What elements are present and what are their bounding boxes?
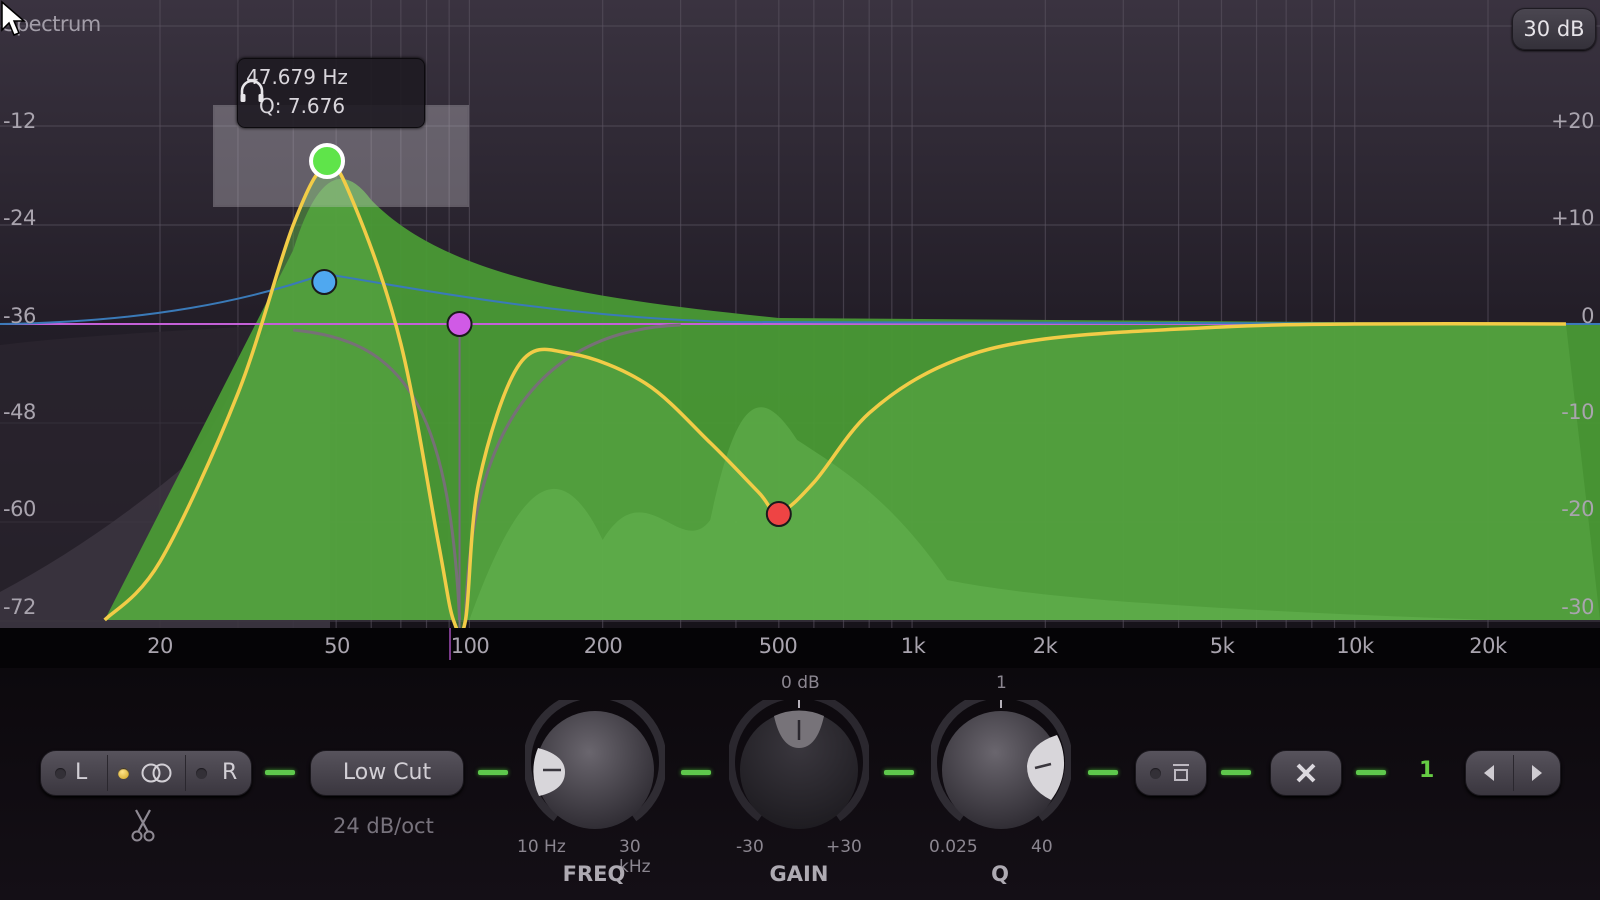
frequency-axis: 20 50 100 200 500 1k 2k 5k 10k 20k: [0, 628, 1600, 668]
freq-knob-label: FREQ: [562, 862, 626, 886]
freq-tick-label: 20k: [1469, 634, 1507, 658]
scissors-icon[interactable]: [130, 808, 156, 844]
stereo-link-icon: [141, 763, 172, 783]
q-knob-max: 40: [1031, 837, 1053, 857]
chain-link: [884, 770, 914, 775]
right-axis-label: +10: [1551, 206, 1594, 230]
left-axis-label: -60: [3, 497, 36, 521]
left-axis-label: -48: [3, 400, 36, 424]
eq-graph[interactable]: Spectrum 30 dB -12 -24 -36 -48 -60 -72 +…: [0, 0, 1600, 628]
gain-knob-min: -30: [736, 837, 764, 857]
left-axis-label: -72: [3, 595, 36, 619]
chain-link: [478, 770, 508, 775]
filter-slope-selector[interactable]: 24 dB/oct: [333, 814, 434, 838]
right-axis-label: +20: [1551, 109, 1594, 133]
left-axis-label: -24: [3, 206, 36, 230]
filter-type-dropdown[interactable]: Low Cut: [310, 750, 464, 796]
tooltip-q: Q: 7.676: [259, 94, 346, 118]
selected-band-number: 1: [1419, 758, 1435, 783]
q-knob-min: 0.025: [929, 837, 978, 857]
gain-knob-center: 0 dB: [781, 673, 820, 693]
freq-tick-label: 100: [450, 634, 490, 658]
channel-left-button[interactable]: L: [41, 751, 107, 795]
channel-stereo-button[interactable]: [108, 751, 185, 795]
freq-knob-min: 10 Hz: [517, 837, 566, 857]
band-enable-button[interactable]: [1135, 750, 1207, 796]
previous-band-button[interactable]: [1466, 751, 1512, 795]
freq-knob-graphic[interactable]: [523, 690, 667, 840]
band-4-handle[interactable]: [765, 501, 792, 527]
gain-knob-label: GAIN: [769, 862, 829, 886]
band-navigation: [1465, 750, 1561, 796]
band-tooltip: 47.679 Hz Q: 7.676: [237, 58, 425, 128]
freq-tick-label: 20: [147, 634, 173, 658]
left-axis-label: -12: [3, 109, 36, 133]
chain-link: [681, 770, 711, 775]
freq-tick-label: 1k: [900, 634, 926, 658]
right-axis-label: -10: [1561, 400, 1594, 424]
channel-left-label: L: [75, 760, 88, 785]
delete-band-button[interactable]: [1270, 750, 1342, 796]
channel-right-label: R: [222, 760, 238, 785]
freq-tick-label: 50: [324, 634, 350, 658]
band-enable-led: [1150, 768, 1161, 779]
chain-link: [1221, 770, 1251, 775]
chevron-left-icon: [1484, 765, 1494, 781]
q-knob-center: 1: [996, 673, 1007, 693]
freq-knob[interactable]: 10 Hz 30 kHz: [517, 690, 667, 877]
q-knob[interactable]: 1 0.025 40: [929, 673, 1073, 857]
display-range-button[interactable]: 30 dB: [1512, 8, 1596, 50]
freq-tick-label: 10k: [1336, 634, 1374, 658]
channel-right-led: [196, 768, 207, 779]
channel-left-led: [55, 768, 66, 779]
freq-tick-label: 500: [758, 634, 798, 658]
band-1-handle[interactable]: [309, 143, 346, 179]
band-placement-icon: [1173, 764, 1189, 781]
channel-right-button[interactable]: R: [186, 751, 251, 795]
gain-knob-graphic[interactable]: [727, 690, 871, 840]
right-axis-label: -30: [1561, 595, 1594, 619]
channel-selector: L R: [40, 750, 252, 796]
chain-link: [265, 770, 295, 775]
chevron-right-icon: [1532, 765, 1542, 781]
freq-tick-label: 5k: [1209, 634, 1235, 658]
right-axis-label: 0: [1581, 304, 1594, 328]
band-3-handle[interactable]: [446, 311, 473, 337]
right-axis-label: -20: [1561, 497, 1594, 521]
gain-knob[interactable]: 0 dB -30 +30: [727, 673, 871, 857]
band-2-handle[interactable]: [311, 269, 338, 295]
close-icon: [1296, 763, 1316, 783]
freq-knob-max: 30 kHz: [619, 837, 651, 877]
chain-link: [1088, 770, 1118, 775]
band-3-frequency-marker: [449, 628, 451, 660]
freq-tick-label: 200: [583, 634, 623, 658]
q-knob-graphic[interactable]: [929, 690, 1073, 840]
gain-knob-max: +30: [826, 837, 862, 857]
headphones-icon[interactable]: [238, 77, 266, 105]
q-knob-label: Q: [991, 862, 1009, 886]
left-axis-label: -36: [3, 304, 36, 328]
channel-stereo-led: [118, 768, 129, 779]
next-band-button[interactable]: [1514, 751, 1560, 795]
freq-tick-label: 2k: [1032, 634, 1058, 658]
chain-link: [1356, 770, 1386, 775]
mouse-cursor-icon: [1, 0, 27, 36]
